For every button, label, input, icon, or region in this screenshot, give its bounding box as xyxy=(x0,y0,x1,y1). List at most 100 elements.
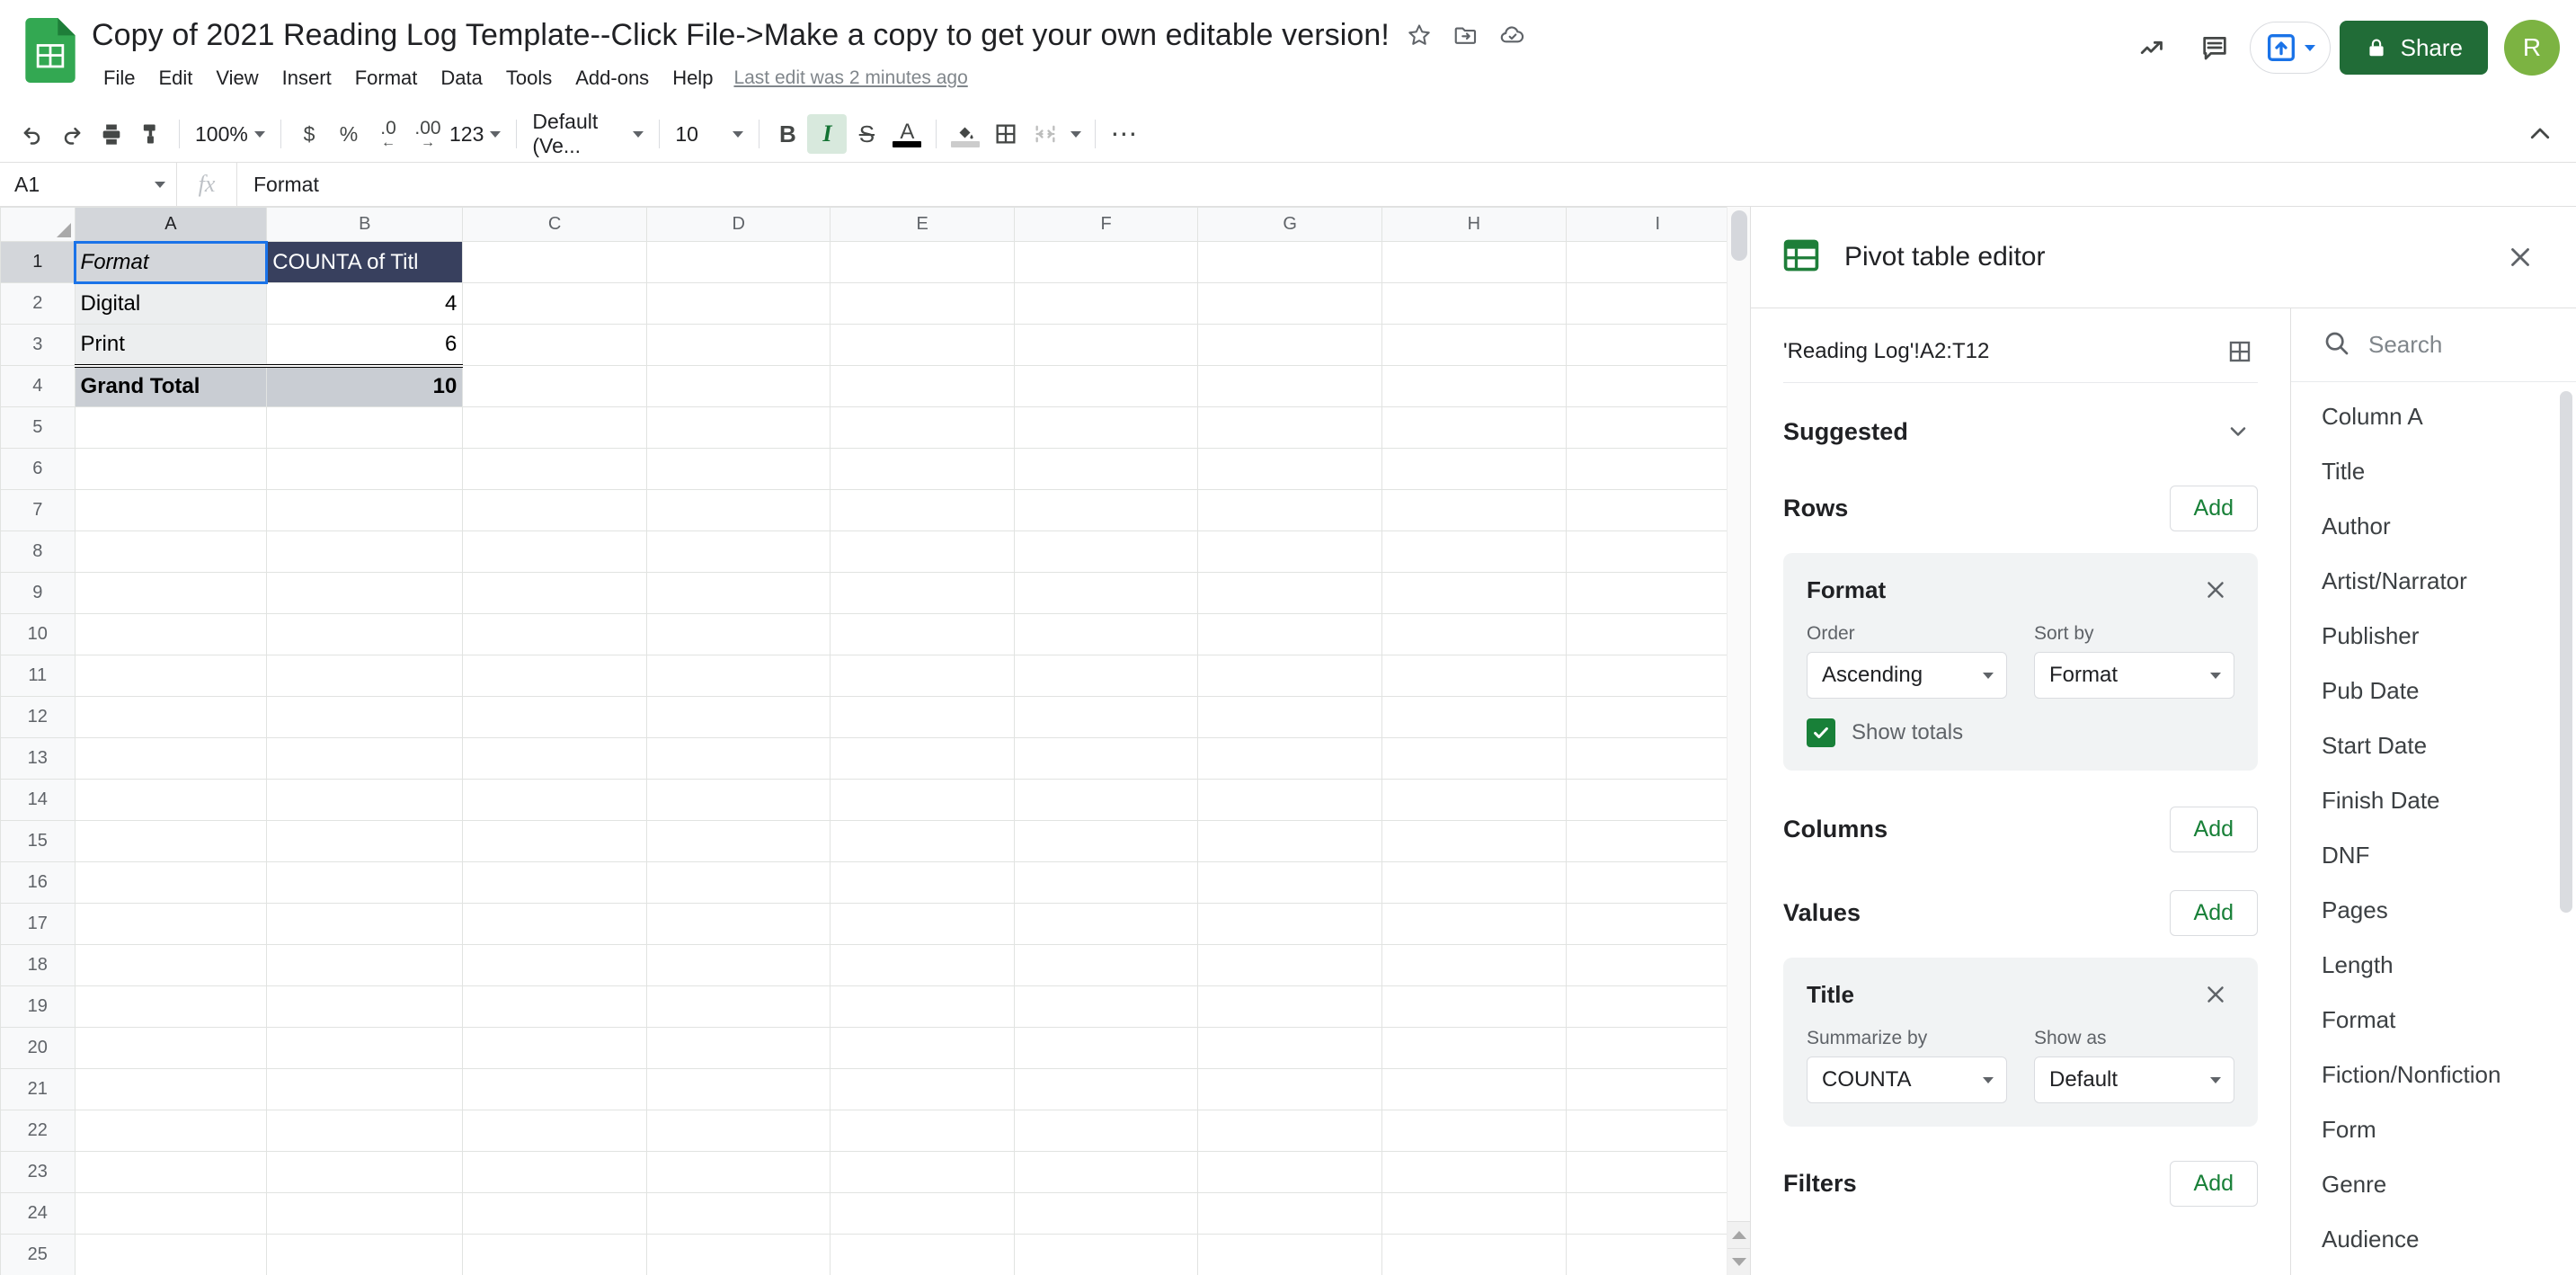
cell-a13[interactable] xyxy=(75,738,267,780)
cell-f10[interactable] xyxy=(1014,614,1197,655)
cell-e24[interactable] xyxy=(831,1193,1014,1235)
cell-h25[interactable] xyxy=(1382,1235,1567,1275)
suggested-section-header[interactable]: Suggested xyxy=(1783,383,2258,457)
cell-c2[interactable] xyxy=(463,283,647,325)
cell-g11[interactable] xyxy=(1198,655,1382,697)
field-item-fiction-nonfiction[interactable]: Fiction/Nonfiction xyxy=(2291,1048,2576,1102)
cell-h20[interactable] xyxy=(1382,1028,1567,1069)
cell-e18[interactable] xyxy=(831,945,1014,986)
cell-a16[interactable] xyxy=(75,862,267,904)
name-box[interactable]: A1 xyxy=(0,163,176,206)
cell-h24[interactable] xyxy=(1382,1193,1567,1235)
scrollbar-thumb[interactable] xyxy=(1731,210,1747,261)
cell-e21[interactable] xyxy=(831,1069,1014,1110)
cell-a6[interactable] xyxy=(75,449,267,490)
cell-b14[interactable] xyxy=(267,780,463,821)
present-button[interactable] xyxy=(2250,22,2331,74)
cell-d21[interactable] xyxy=(646,1069,831,1110)
cell-a4[interactable]: Grand Total xyxy=(75,366,267,407)
cell-h11[interactable] xyxy=(1382,655,1567,697)
cell-f21[interactable] xyxy=(1014,1069,1197,1110)
cell-g13[interactable] xyxy=(1198,738,1382,780)
cell-c16[interactable] xyxy=(463,862,647,904)
row-header-16[interactable]: 16 xyxy=(1,862,76,904)
cell-f13[interactable] xyxy=(1014,738,1197,780)
cell-e25[interactable] xyxy=(831,1235,1014,1275)
cell-f7[interactable] xyxy=(1014,490,1197,531)
cell-c17[interactable] xyxy=(463,904,647,945)
cell-a19[interactable] xyxy=(75,986,267,1028)
field-item-genre[interactable]: Genre xyxy=(2291,1157,2576,1212)
cell-b11[interactable] xyxy=(267,655,463,697)
cell-b6[interactable] xyxy=(267,449,463,490)
cell-g14[interactable] xyxy=(1198,780,1382,821)
cell-g24[interactable] xyxy=(1198,1193,1382,1235)
cell-e23[interactable] xyxy=(831,1152,1014,1193)
chevron-down-icon[interactable] xyxy=(2218,412,2258,451)
cell-f9[interactable] xyxy=(1014,573,1197,614)
columns-add-button[interactable]: Add xyxy=(2170,807,2258,852)
cell-i25[interactable] xyxy=(1566,1235,1749,1275)
merge-options-dropdown[interactable] xyxy=(1065,114,1087,154)
cell-f4[interactable] xyxy=(1014,366,1197,407)
cell-f18[interactable] xyxy=(1014,945,1197,986)
cell-c10[interactable] xyxy=(463,614,647,655)
cell-i8[interactable] xyxy=(1566,531,1749,573)
cell-c18[interactable] xyxy=(463,945,647,986)
cell-b3[interactable]: 6 xyxy=(267,325,463,366)
cell-d15[interactable] xyxy=(646,821,831,862)
cell-c19[interactable] xyxy=(463,986,647,1028)
select-all-corner[interactable] xyxy=(1,208,76,242)
close-icon[interactable] xyxy=(2197,571,2234,609)
cell-d17[interactable] xyxy=(646,904,831,945)
cell-e16[interactable] xyxy=(831,862,1014,904)
merge-cells-icon[interactable] xyxy=(1026,114,1065,154)
menu-insert[interactable]: Insert xyxy=(271,61,343,95)
cell-d13[interactable] xyxy=(646,738,831,780)
cell-b10[interactable] xyxy=(267,614,463,655)
filters-add-button[interactable]: Add xyxy=(2170,1161,2258,1207)
cell-e20[interactable] xyxy=(831,1028,1014,1069)
cell-a2[interactable]: Digital xyxy=(75,283,267,325)
cell-b4[interactable]: 10 xyxy=(267,366,463,407)
cell-g12[interactable] xyxy=(1198,697,1382,738)
cell-i23[interactable] xyxy=(1566,1152,1749,1193)
bold-button[interactable]: B xyxy=(768,114,807,154)
cell-d18[interactable] xyxy=(646,945,831,986)
cell-b13[interactable] xyxy=(267,738,463,780)
cell-d25[interactable] xyxy=(646,1235,831,1275)
print-icon[interactable] xyxy=(92,114,131,154)
cell-h21[interactable] xyxy=(1382,1069,1567,1110)
field-item-author[interactable]: Author xyxy=(2291,499,2576,554)
cell-f1[interactable] xyxy=(1014,242,1197,283)
cell-e4[interactable] xyxy=(831,366,1014,407)
cell-e15[interactable] xyxy=(831,821,1014,862)
cell-a12[interactable] xyxy=(75,697,267,738)
cell-g6[interactable] xyxy=(1198,449,1382,490)
cell-a20[interactable] xyxy=(75,1028,267,1069)
order-select[interactable]: Ascending xyxy=(1807,652,2007,699)
cell-c14[interactable] xyxy=(463,780,647,821)
cell-i12[interactable] xyxy=(1566,697,1749,738)
cell-f17[interactable] xyxy=(1014,904,1197,945)
cell-b18[interactable] xyxy=(267,945,463,986)
cell-e19[interactable] xyxy=(831,986,1014,1028)
row-header-24[interactable]: 24 xyxy=(1,1193,76,1235)
cell-i10[interactable] xyxy=(1566,614,1749,655)
field-item-dnf[interactable]: DNF xyxy=(2291,828,2576,883)
row-header-21[interactable]: 21 xyxy=(1,1069,76,1110)
cell-a7[interactable] xyxy=(75,490,267,531)
cell-g23[interactable] xyxy=(1198,1152,1382,1193)
field-item-pages[interactable]: Pages xyxy=(2291,883,2576,938)
cell-i20[interactable] xyxy=(1566,1028,1749,1069)
cell-d19[interactable] xyxy=(646,986,831,1028)
cell-b8[interactable] xyxy=(267,531,463,573)
search-input[interactable]: Search xyxy=(2368,331,2442,359)
cell-d7[interactable] xyxy=(646,490,831,531)
cell-e14[interactable] xyxy=(831,780,1014,821)
cell-b16[interactable] xyxy=(267,862,463,904)
row-header-11[interactable]: 11 xyxy=(1,655,76,697)
cell-d5[interactable] xyxy=(646,407,831,449)
column-header-a[interactable]: A xyxy=(75,208,267,242)
cell-g1[interactable] xyxy=(1198,242,1382,283)
